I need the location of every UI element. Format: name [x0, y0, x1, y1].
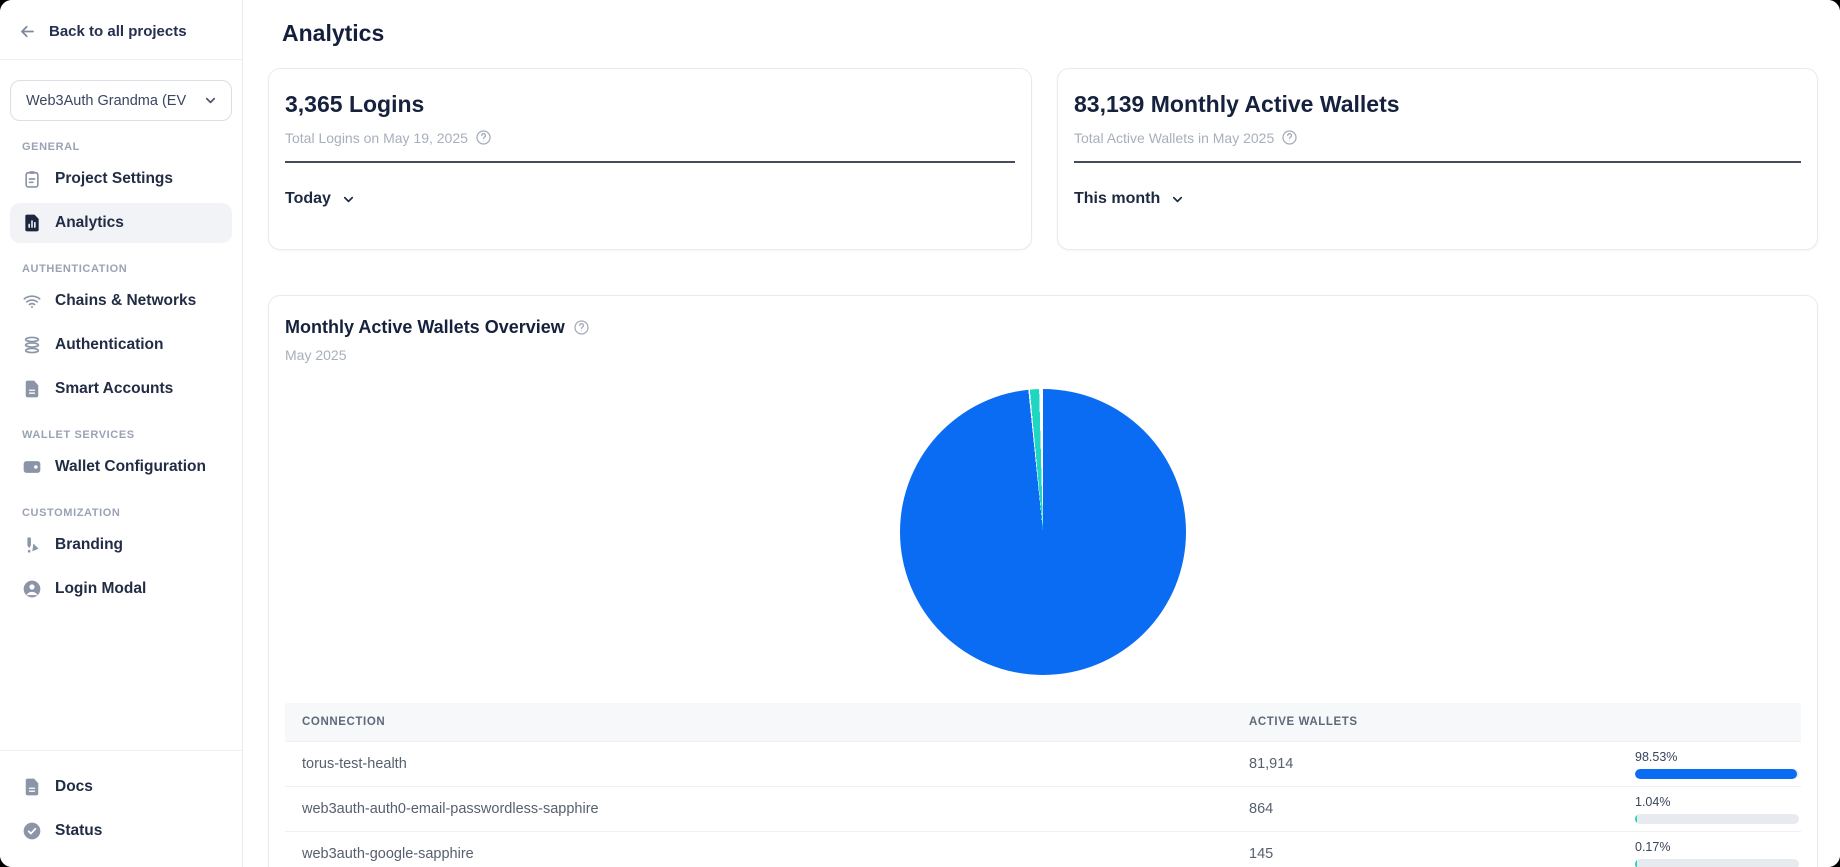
document-icon: [22, 777, 42, 797]
arrow-left-icon: [18, 22, 37, 41]
stat-divider: [285, 161, 1015, 163]
table-row: web3auth-auth0-email-passwordless-sapphi…: [285, 787, 1801, 832]
active-wallets-stat-card: 83,139 Monthly Active Wallets Total Acti…: [1057, 68, 1818, 250]
back-to-projects-link[interactable]: Back to all projects: [0, 0, 242, 60]
layers-stack-icon: [22, 335, 42, 355]
question-circle-icon[interactable]: [475, 129, 492, 146]
logins-range-dropdown[interactable]: Today: [285, 190, 356, 208]
project-selector-value: Web3Auth Grandma (EV: [26, 93, 186, 109]
section-label-customization: CUSTOMIZATION: [22, 507, 232, 519]
sidebar-item-wallet-configuration[interactable]: Wallet Configuration: [10, 447, 232, 487]
percent-label: 0.17%: [1635, 840, 1801, 854]
connection-cell: web3auth-google-sapphire: [285, 846, 1249, 862]
active-wallets-range-dropdown[interactable]: This month: [1074, 190, 1185, 208]
logins-range-value: Today: [285, 190, 331, 208]
sidebar-item-smart-accounts[interactable]: Smart Accounts: [10, 369, 232, 409]
active-wallets-stat-subtitle: Total Active Wallets in May 2025: [1074, 130, 1274, 146]
monthly-active-wallets-overview-card: Monthly Active Wallets Overview May 2025…: [268, 295, 1818, 867]
stat-divider: [1074, 161, 1801, 163]
sidebar-item-label: Authentication: [55, 336, 164, 354]
wifi-icon: [22, 291, 42, 311]
overview-card-subtitle: May 2025: [285, 347, 1801, 363]
column-header-active-wallets: ACTIVE WALLETS: [1249, 716, 1635, 728]
sidebar: Back to all projects Web3Auth Grandma (E…: [0, 0, 243, 867]
project-selector-dropdown[interactable]: Web3Auth Grandma (EV: [10, 80, 232, 121]
sidebar-item-label: Status: [55, 822, 102, 840]
wallet-icon: [22, 457, 42, 477]
chevron-down-icon: [1170, 192, 1185, 207]
logins-stat-subtitle: Total Logins on May 19, 2025: [285, 130, 468, 146]
user-circle-icon: [22, 579, 42, 599]
section-label-authentication: AUTHENTICATION: [22, 263, 232, 275]
sidebar-item-label: Docs: [55, 778, 93, 796]
sidebar-item-project-settings[interactable]: Project Settings: [10, 159, 232, 199]
question-circle-icon[interactable]: [1281, 129, 1298, 146]
table-row: torus-test-health 81,914 98.53%: [285, 742, 1801, 787]
active-wallets-pie-chart: [900, 389, 1186, 675]
brush-icon: [22, 535, 42, 555]
connection-cell: torus-test-health: [285, 756, 1249, 772]
sidebar-footer: Docs Status: [0, 750, 242, 867]
section-label-general: GENERAL: [22, 141, 232, 153]
percent-bar: [1635, 814, 1799, 824]
table-header-row: CONNECTION ACTIVE WALLETS: [285, 703, 1801, 742]
sidebar-nav: GENERAL Project Settings Analytics AUTHE…: [0, 121, 242, 613]
stat-cards-row: 3,365 Logins Total Logins on May 19, 202…: [268, 68, 1818, 250]
chevron-down-icon: [341, 192, 356, 207]
clipboard-icon: [22, 169, 42, 189]
sidebar-item-label: Wallet Configuration: [55, 458, 206, 476]
column-header-connection: CONNECTION: [285, 716, 1249, 728]
active-wallets-range-value: This month: [1074, 190, 1160, 208]
sidebar-item-label: Smart Accounts: [55, 380, 173, 398]
sidebar-item-docs[interactable]: Docs: [10, 767, 232, 807]
sidebar-item-branding[interactable]: Branding: [10, 525, 232, 565]
active-wallets-cell: 145: [1249, 846, 1635, 862]
sidebar-item-analytics[interactable]: Analytics: [10, 203, 232, 243]
percent-bar: [1635, 769, 1799, 779]
connection-cell: web3auth-auth0-email-passwordless-sapphi…: [285, 801, 1249, 817]
logins-stat-card: 3,365 Logins Total Logins on May 19, 202…: [268, 68, 1032, 250]
sidebar-item-authentication[interactable]: Authentication: [10, 325, 232, 365]
main-content: Analytics 3,365 Logins Total Logins on M…: [243, 0, 1840, 867]
sidebar-item-label: Project Settings: [55, 170, 173, 188]
active-wallets-stat-value: 83,139 Monthly Active Wallets: [1074, 91, 1801, 118]
back-label: Back to all projects: [49, 23, 187, 40]
app-window: Back to all projects Web3Auth Grandma (E…: [0, 0, 1840, 867]
section-label-wallet-services: WALLET SERVICES: [22, 429, 232, 441]
active-wallets-cell: 81,914: [1249, 756, 1635, 772]
analytics-chart-icon: [22, 213, 42, 233]
percent-label: 1.04%: [1635, 795, 1801, 809]
table-row: web3auth-google-sapphire 145 0.17%: [285, 832, 1801, 867]
sidebar-item-label: Branding: [55, 536, 123, 554]
logins-stat-value: 3,365 Logins: [285, 91, 1015, 118]
sidebar-item-chains-networks[interactable]: Chains & Networks: [10, 281, 232, 321]
percent-label: 98.53%: [1635, 750, 1801, 764]
page-title: Analytics: [282, 20, 1818, 47]
check-circle-icon: [22, 821, 42, 841]
sidebar-item-label: Analytics: [55, 214, 124, 232]
percent-bar: [1635, 859, 1799, 867]
connections-table: CONNECTION ACTIVE WALLETS torus-test-hea…: [285, 703, 1801, 867]
question-circle-icon[interactable]: [573, 319, 590, 336]
chevron-down-icon: [203, 93, 218, 108]
document-icon: [22, 379, 42, 399]
sidebar-item-status[interactable]: Status: [10, 811, 232, 851]
sidebar-item-login-modal[interactable]: Login Modal: [10, 569, 232, 609]
active-wallets-cell: 864: [1249, 801, 1635, 817]
sidebar-item-label: Chains & Networks: [55, 292, 196, 310]
overview-card-title: Monthly Active Wallets Overview: [285, 317, 565, 338]
sidebar-item-label: Login Modal: [55, 580, 146, 598]
